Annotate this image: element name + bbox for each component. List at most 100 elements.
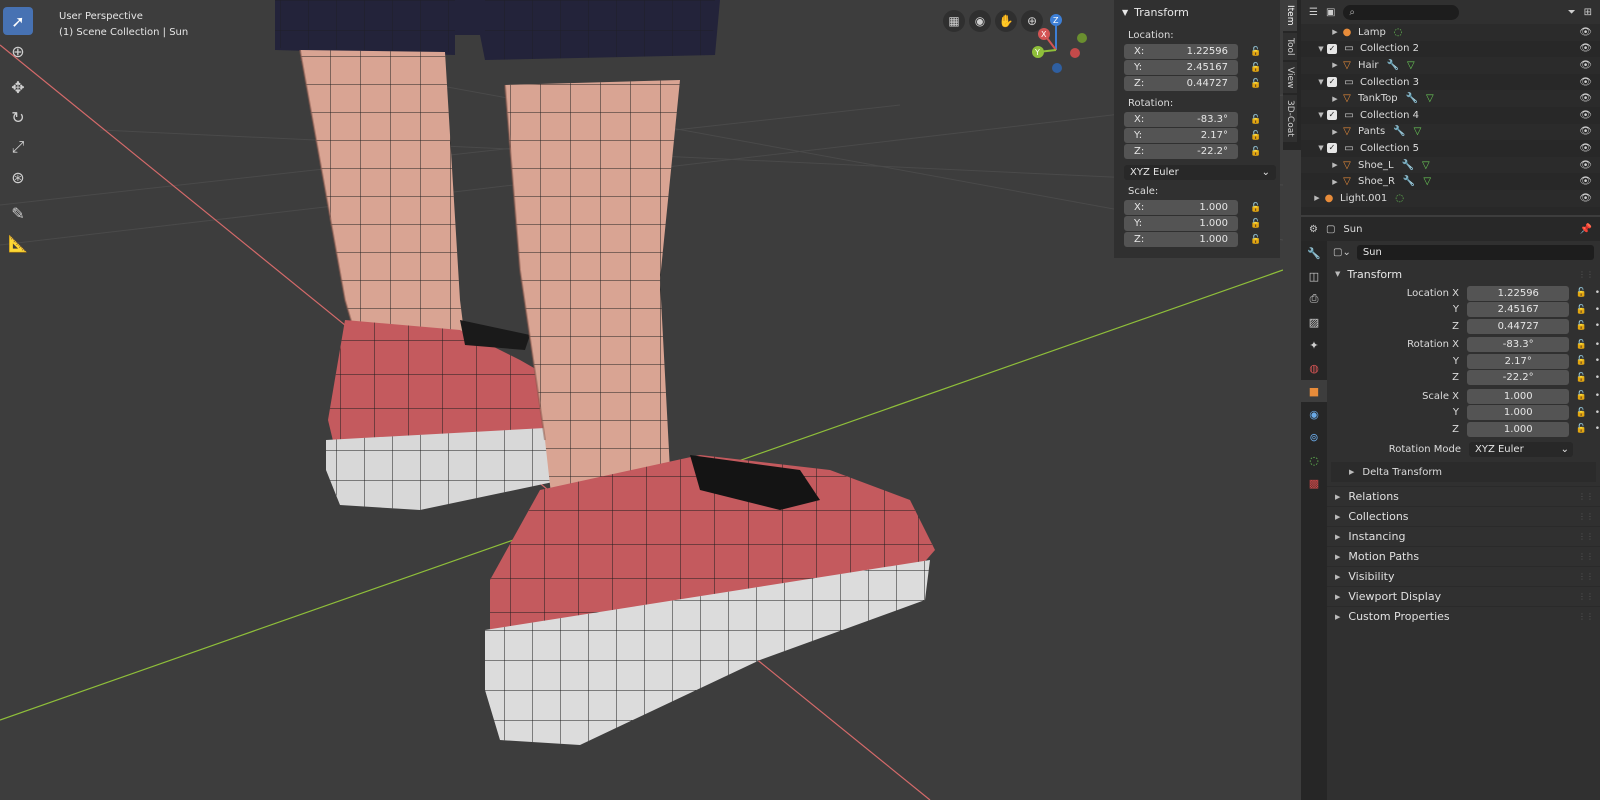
- cursor-tool[interactable]: ⊕: [3, 37, 33, 65]
- pin-icon[interactable]: 📌: [1580, 224, 1592, 235]
- expand-triangle-icon[interactable]: ▶: [1329, 128, 1341, 136]
- navigation-gizmo[interactable]: Z X Y: [1030, 10, 1100, 80]
- visibility-eye-icon[interactable]: 👁: [1579, 193, 1592, 204]
- rotation-mode-select[interactable]: XYZ Euler ⌄: [1124, 165, 1276, 180]
- light-data-icon[interactable]: ◌: [1395, 193, 1404, 204]
- visibility-eye-icon[interactable]: 👁: [1579, 60, 1592, 71]
- expand-triangle-icon[interactable]: ▶: [1329, 178, 1341, 186]
- modifier-wrench-icon[interactable]: 🔧: [1406, 93, 1418, 104]
- visibility-eye-icon[interactable]: 👁: [1579, 110, 1592, 121]
- npanel-transform-header[interactable]: ▼ Transform: [1114, 0, 1280, 24]
- expand-triangle-icon[interactable]: ▼: [1315, 111, 1327, 119]
- location-z-field[interactable]: 0.44727: [1467, 318, 1570, 334]
- tab-world[interactable]: ◍: [1301, 357, 1327, 379]
- keyframe-dot-icon[interactable]: •: [1595, 340, 1600, 350]
- properties-section-header[interactable]: ▶ Motion Paths ⋮⋮: [1327, 546, 1600, 566]
- expand-triangle-icon[interactable]: ▶: [1329, 61, 1341, 69]
- transform-tool[interactable]: ⊛: [3, 163, 33, 191]
- drag-grip-icon[interactable]: ⋮⋮: [1578, 572, 1594, 581]
- location-field[interactable]: X: 1.22596: [1124, 44, 1238, 59]
- lock-icon[interactable]: 🔓: [1250, 79, 1261, 89]
- rotation-y-field[interactable]: 2.17°: [1467, 353, 1570, 369]
- editor-type-icon[interactable]: ⚙: [1309, 224, 1318, 235]
- tab-object[interactable]: ■: [1301, 380, 1327, 402]
- expand-triangle-icon[interactable]: ▶: [1329, 161, 1341, 169]
- pan-view-button[interactable]: ✋: [995, 10, 1017, 32]
- lock-icon[interactable]: 🔓: [1250, 115, 1261, 125]
- outliner-row[interactable]: ▼ ✓ ▭ Collection 5 👁: [1301, 140, 1600, 157]
- modifier-wrench-icon[interactable]: 🔧: [1402, 160, 1414, 171]
- properties-section-header[interactable]: ▶ Instancing ⋮⋮: [1327, 526, 1600, 546]
- mesh-data-icon[interactable]: ▽: [1407, 60, 1415, 71]
- checkbox-icon[interactable]: ✓: [1327, 143, 1337, 154]
- display-mode-icon[interactable]: ▣: [1326, 7, 1335, 18]
- sidebar-tab[interactable]: Item: [1283, 0, 1297, 31]
- sidebar-tab[interactable]: View: [1283, 61, 1297, 94]
- annotate-tool[interactable]: ✎: [3, 199, 33, 227]
- tab-object-data[interactable]: ◌: [1301, 449, 1327, 471]
- drag-grip-icon[interactable]: ⋮⋮: [1578, 552, 1594, 561]
- expand-triangle-icon[interactable]: ▼: [1315, 45, 1327, 53]
- outliner-row[interactable]: ▶ ▽ Pants 🔧 ▽ 👁: [1301, 123, 1600, 141]
- visibility-eye-icon[interactable]: 👁: [1579, 126, 1592, 137]
- light-data-icon[interactable]: ◌: [1394, 27, 1403, 38]
- lock-icon[interactable]: 🔓: [1250, 131, 1261, 141]
- move-tool[interactable]: ✥: [3, 73, 33, 101]
- visibility-eye-icon[interactable]: 👁: [1579, 77, 1592, 88]
- lock-icon[interactable]: 🔓: [1575, 340, 1586, 350]
- lock-icon[interactable]: 🔓: [1250, 203, 1261, 213]
- expand-triangle-icon[interactable]: ▶: [1311, 194, 1323, 202]
- lock-icon[interactable]: 🔓: [1250, 147, 1261, 157]
- lock-icon[interactable]: 🔓: [1575, 408, 1586, 418]
- drag-grip-icon[interactable]: ⋮⋮: [1578, 492, 1594, 501]
- measure-tool[interactable]: 📐: [3, 229, 33, 257]
- location-x-field[interactable]: 1.22596: [1467, 285, 1570, 301]
- drag-grip-icon[interactable]: ⋮⋮: [1578, 512, 1594, 521]
- location-field[interactable]: Y: 2.45167: [1124, 60, 1238, 75]
- scale-field[interactable]: Y: 1.000: [1124, 216, 1238, 231]
- transform-panel-header[interactable]: ▼ Transform ⋮⋮: [1327, 263, 1600, 285]
- tab-constraints[interactable]: ⊚: [1301, 426, 1327, 448]
- scale-y-field[interactable]: 1.000: [1467, 405, 1570, 421]
- keyframe-dot-icon[interactable]: •: [1595, 424, 1600, 434]
- tab-physics[interactable]: ◉: [1301, 403, 1327, 425]
- properties-section-header[interactable]: ▶ Viewport Display ⋮⋮: [1327, 586, 1600, 606]
- tab-render[interactable]: ◫: [1301, 265, 1327, 287]
- outliner-search-input[interactable]: ⌕: [1343, 4, 1460, 20]
- keyframe-dot-icon[interactable]: •: [1595, 321, 1600, 331]
- rotation-field[interactable]: Y: 2.17°: [1124, 128, 1238, 143]
- select-box-tool[interactable]: ➚: [3, 7, 33, 35]
- lock-icon[interactable]: 🔓: [1575, 305, 1586, 315]
- properties-section-header[interactable]: ▶ Relations ⋮⋮: [1327, 486, 1600, 506]
- visibility-eye-icon[interactable]: 👁: [1579, 160, 1592, 171]
- rotation-z-field[interactable]: -22.2°: [1467, 370, 1570, 386]
- expand-triangle-icon[interactable]: ▼: [1315, 78, 1327, 86]
- object-name-field[interactable]: Sun: [1356, 244, 1594, 260]
- scale-field[interactable]: Z: 1.000: [1124, 232, 1238, 247]
- checkbox-icon[interactable]: ✓: [1327, 43, 1337, 54]
- lock-icon[interactable]: 🔓: [1250, 219, 1261, 229]
- outliner-row[interactable]: ▼ ✓ ▭ Collection 3 👁: [1301, 74, 1600, 91]
- outliner-row[interactable]: ▶ ▽ Shoe_L 🔧 ▽ 👁: [1301, 156, 1600, 174]
- modifier-wrench-icon[interactable]: 🔧: [1393, 126, 1405, 137]
- outliner-row[interactable]: ▶ ▽ Hair 🔧 ▽ 👁: [1301, 57, 1600, 74]
- new-collection-icon[interactable]: ⊞: [1584, 7, 1592, 18]
- rotation-x-field[interactable]: -83.3°: [1467, 337, 1570, 353]
- lock-icon[interactable]: 🔓: [1250, 63, 1261, 73]
- drag-grip-icon[interactable]: ⋮⋮: [1578, 532, 1594, 541]
- keyframe-dot-icon[interactable]: •: [1595, 288, 1600, 298]
- properties-section-header[interactable]: ▶ Custom Properties ⋮⋮: [1327, 606, 1600, 626]
- properties-section-header[interactable]: ▶ Visibility ⋮⋮: [1327, 566, 1600, 586]
- checkbox-icon[interactable]: ✓: [1327, 110, 1337, 121]
- visibility-eye-icon[interactable]: 👁: [1579, 176, 1592, 187]
- keyframe-dot-icon[interactable]: •: [1595, 305, 1600, 315]
- outliner-row[interactable]: ▶ ● Light.001 ◌ 👁: [1301, 189, 1600, 207]
- modifier-wrench-icon[interactable]: 🔧: [1387, 60, 1399, 71]
- location-field[interactable]: Z: 0.44727: [1124, 76, 1238, 91]
- 3d-viewport[interactable]: User Perspective (1) Scene Collection | …: [0, 0, 1283, 800]
- keyframe-dot-icon[interactable]: •: [1595, 373, 1600, 383]
- location-y-field[interactable]: 2.45167: [1467, 302, 1570, 318]
- mesh-data-icon[interactable]: ▽: [1426, 93, 1434, 104]
- mesh-data-icon[interactable]: ▽: [1414, 126, 1422, 137]
- keyframe-dot-icon[interactable]: •: [1595, 408, 1600, 418]
